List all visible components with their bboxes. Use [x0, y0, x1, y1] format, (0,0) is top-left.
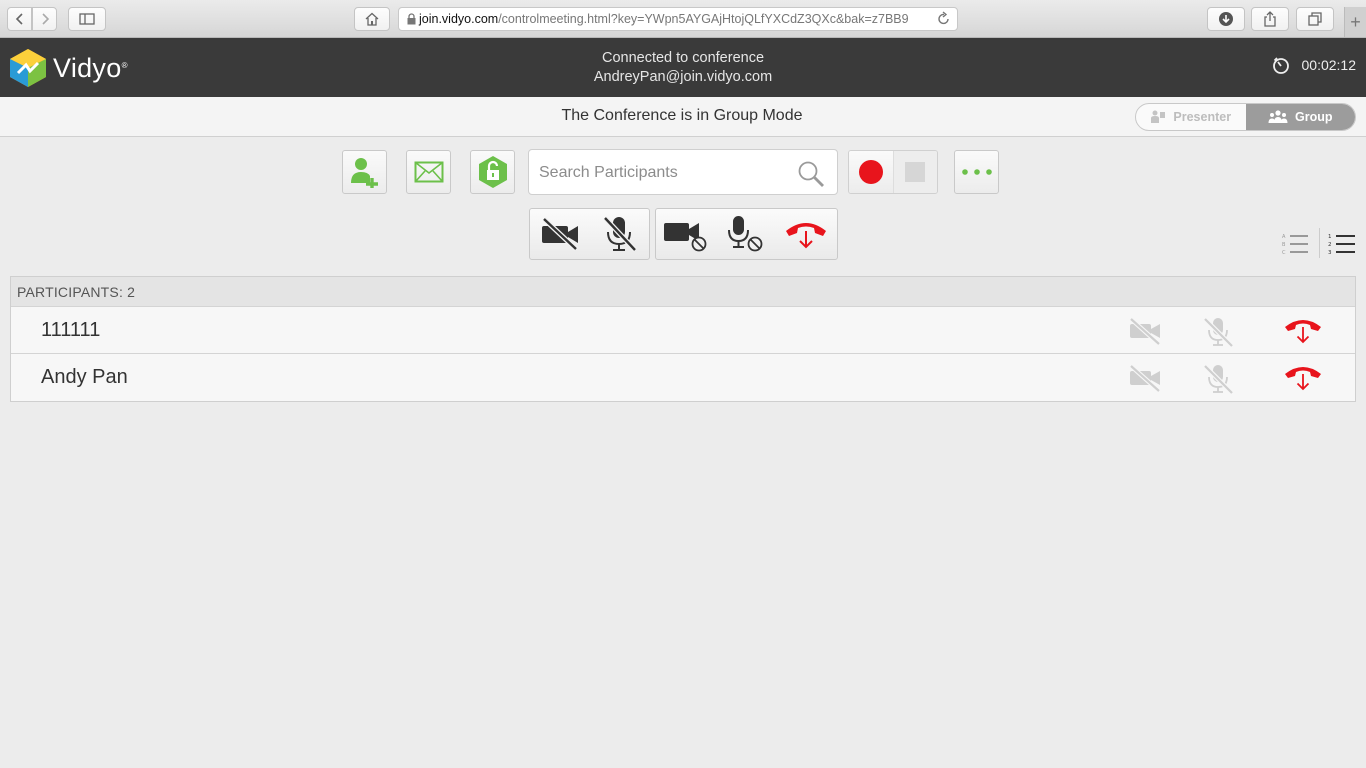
download-icon	[1219, 12, 1233, 26]
recording-controls	[848, 150, 938, 194]
mute-my-camera-button[interactable]	[530, 209, 590, 259]
new-tab-button[interactable]: +	[1344, 7, 1366, 37]
stop-icon	[905, 162, 926, 182]
tabs-button[interactable]	[1296, 7, 1334, 31]
conference-address: AndreyPan@join.vidyo.com	[593, 69, 773, 85]
sort-alphabetical-button[interactable]: ABC	[1282, 232, 1310, 261]
search-input[interactable]	[539, 161, 789, 185]
group-mode-button[interactable]: Group	[1245, 104, 1355, 130]
participant-mic-off-icon[interactable]	[1201, 317, 1235, 347]
lock-icon	[407, 13, 416, 25]
envelope-icon	[414, 161, 443, 183]
sort-numeric-button[interactable]: 1 2 3	[1328, 232, 1356, 261]
participant-name: Andy Pan	[41, 366, 128, 388]
record-icon	[858, 160, 883, 184]
forward-button[interactable]	[32, 7, 57, 31]
disconnect-all-button[interactable]	[775, 209, 837, 259]
video-off-icon	[541, 217, 578, 251]
participant-disconnect-icon[interactable]	[1283, 362, 1323, 392]
participant-name: 111111	[41, 319, 101, 341]
reload-icon[interactable]	[937, 11, 951, 27]
participant-mic-off-icon[interactable]	[1201, 364, 1235, 394]
sidebar-button[interactable]	[68, 7, 106, 31]
presenter-mode-button[interactable]: Presenter	[1136, 104, 1246, 130]
browser-toolbar: join.vidyo.com/controlmeeting.html?key=Y…	[0, 0, 1366, 38]
svg-text:1: 1	[1328, 234, 1332, 240]
url-path: /controlmeeting.html?key=YWpn5AYGAjHtojQ…	[498, 12, 909, 26]
mute-all-mics-button[interactable]	[714, 209, 776, 259]
sort-divider	[1319, 228, 1320, 258]
unlock-icon	[478, 156, 507, 188]
mode-title: The Conference is in Group Mode	[561, 107, 803, 124]
self-controls	[529, 208, 650, 260]
address-bar[interactable]: join.vidyo.com/controlmeeting.html?key=Y…	[398, 7, 958, 31]
sort-numeric-icon: 1 2 3	[1328, 234, 1355, 256]
email-invite-button[interactable]	[406, 150, 451, 194]
mic-block-icon	[727, 216, 762, 252]
mic-off-icon	[603, 216, 638, 252]
sort-alpha-icon: ABC	[1282, 234, 1308, 256]
connection-status-line: Connected to conference	[601, 50, 765, 66]
mode-bar: The Conference is in Group Mode Presente…	[0, 97, 1366, 137]
participant-row[interactable]: Andy Pan	[11, 354, 1355, 401]
svg-text:2: 2	[1328, 242, 1332, 248]
more-options-button[interactable]	[954, 150, 999, 194]
lock-room-button[interactable]	[470, 150, 515, 194]
vidyo-logo-icon	[10, 49, 46, 87]
share-button[interactable]	[1251, 7, 1289, 31]
svg-text:3: 3	[1328, 250, 1332, 256]
call-timer: 00:02:12	[1272, 56, 1357, 74]
connection-status: Connected to conference AndreyPan@join.v…	[483, 49, 883, 87]
add-participant-button[interactable]	[342, 150, 387, 194]
more-icon	[961, 169, 992, 175]
participant-disconnect-icon[interactable]	[1283, 315, 1323, 345]
sidebar-icon	[79, 13, 95, 25]
search-icon[interactable]	[797, 160, 825, 188]
home-icon	[365, 12, 379, 26]
group-icon	[1268, 110, 1288, 123]
stop-recording-button[interactable]	[893, 151, 937, 193]
disable-all-video-button[interactable]	[656, 209, 714, 259]
tabs-icon	[1308, 12, 1322, 26]
timer-value: 00:02:12	[1301, 57, 1357, 73]
mode-toggle: Presenter Group	[1135, 103, 1356, 131]
presenter-label: Presenter	[1173, 110, 1232, 124]
participant-video-off-icon[interactable]	[1128, 317, 1162, 345]
app-header: Vidyo® Connected to conference AndreyPan…	[0, 38, 1366, 97]
mute-my-mic-button[interactable]	[590, 209, 650, 259]
participant-video-off-icon[interactable]	[1128, 364, 1162, 392]
downloads-button[interactable]	[1207, 7, 1245, 31]
url-host: join.vidyo.com	[419, 12, 499, 26]
chevron-right-icon	[41, 13, 49, 25]
stopwatch-icon	[1272, 57, 1289, 74]
add-user-icon	[350, 158, 378, 188]
presenter-icon	[1151, 110, 1166, 123]
participants-count: PARTICIPANTS: 2	[11, 277, 1355, 307]
vidyo-logo: Vidyo®	[9, 48, 128, 88]
record-button[interactable]	[849, 151, 894, 193]
video-block-icon	[663, 223, 707, 252]
participant-row[interactable]: 111111	[11, 307, 1355, 354]
svg-text:C: C	[1282, 250, 1286, 256]
group-label: Group	[1295, 110, 1333, 124]
share-icon	[1264, 11, 1276, 27]
search-participants	[528, 149, 838, 195]
hangup-icon	[786, 223, 827, 249]
participants-panel: PARTICIPANTS: 2 111111 Andy Pan	[10, 276, 1356, 402]
svg-text:A: A	[1282, 234, 1286, 240]
svg-text:B: B	[1282, 242, 1286, 248]
back-button[interactable]	[7, 7, 32, 31]
home-button[interactable]	[354, 7, 390, 31]
chevron-left-icon	[15, 13, 23, 25]
logo-text: Vidyo®	[53, 52, 128, 83]
all-participant-controls	[655, 208, 838, 260]
